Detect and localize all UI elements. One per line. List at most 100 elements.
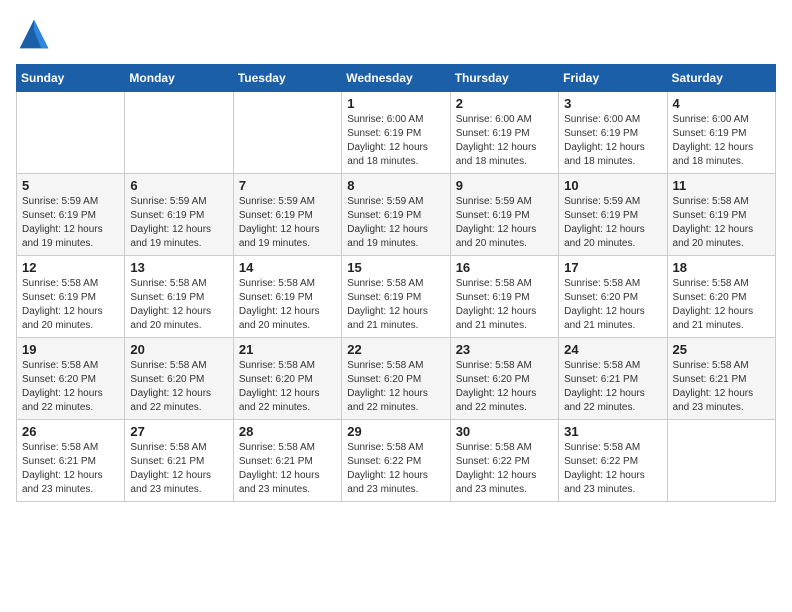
calendar-day-cell: 29 Sunrise: 5:58 AM Sunset: 6:22 PM Dayli… bbox=[342, 420, 450, 502]
calendar-day-cell: 27 Sunrise: 5:58 AM Sunset: 6:21 PM Dayli… bbox=[125, 420, 233, 502]
calendar-day-cell: 24 Sunrise: 5:58 AM Sunset: 6:21 PM Dayli… bbox=[559, 338, 667, 420]
day-info: Sunrise: 5:58 AM Sunset: 6:19 PM Dayligh… bbox=[673, 195, 770, 251]
day-number: 7 bbox=[239, 178, 336, 193]
calendar-day-cell: 6Sunrise: 5:59 AM Sunset: 6:19 PM Daylig… bbox=[125, 174, 233, 256]
day-number: 3 bbox=[564, 96, 661, 111]
day-number: 21 bbox=[239, 342, 336, 357]
day-number: 12 bbox=[22, 260, 119, 275]
calendar-day-cell: 19Sunrise: 5:58 AM Sunset: 6:20 PM Dayli… bbox=[17, 338, 125, 420]
weekday-header: Saturday bbox=[667, 65, 775, 92]
calendar-day-cell: 16 Sunrise: 5:58 AM Sunset: 6:19 PM Dayli… bbox=[450, 256, 558, 338]
calendar-day-cell: 11 Sunrise: 5:58 AM Sunset: 6:19 PM Dayli… bbox=[667, 174, 775, 256]
day-info: Sunrise: 5:58 AM Sunset: 6:21 PM Dayligh… bbox=[130, 441, 227, 497]
day-info: Sunrise: 5:58 AM Sunset: 6:22 PM Dayligh… bbox=[456, 441, 553, 497]
day-info: Sunrise: 5:58 AM Sunset: 6:19 PM Dayligh… bbox=[239, 277, 336, 333]
day-info: Sunrise: 6:00 AM Sunset: 6:19 PM Dayligh… bbox=[564, 113, 661, 169]
calendar-day-cell bbox=[667, 420, 775, 502]
day-info: Sunrise: 5:58 AM Sunset: 6:20 PM Dayligh… bbox=[130, 359, 227, 415]
calendar-day-cell: 22 Sunrise: 5:58 AM Sunset: 6:20 PM Dayli… bbox=[342, 338, 450, 420]
calendar-day-cell: 18Sunrise: 5:58 AM Sunset: 6:20 PM Dayli… bbox=[667, 256, 775, 338]
day-number: 16 bbox=[456, 260, 553, 275]
day-number: 15 bbox=[347, 260, 444, 275]
day-number: 29 bbox=[347, 424, 444, 439]
calendar-day-cell bbox=[233, 92, 341, 174]
day-number: 1 bbox=[347, 96, 444, 111]
page-header bbox=[16, 16, 776, 52]
day-number: 28 bbox=[239, 424, 336, 439]
calendar-day-cell: 26Sunrise: 5:58 AM Sunset: 6:21 PM Dayli… bbox=[17, 420, 125, 502]
calendar-day-cell: 25 Sunrise: 5:58 AM Sunset: 6:21 PM Dayli… bbox=[667, 338, 775, 420]
calendar-day-cell bbox=[125, 92, 233, 174]
calendar-day-cell: 30 Sunrise: 5:58 AM Sunset: 6:22 PM Dayli… bbox=[450, 420, 558, 502]
calendar-week-row: 26Sunrise: 5:58 AM Sunset: 6:21 PM Dayli… bbox=[17, 420, 776, 502]
weekday-header-row: SundayMondayTuesdayWednesdayThursdayFrid… bbox=[17, 65, 776, 92]
day-info: Sunrise: 5:58 AM Sunset: 6:22 PM Dayligh… bbox=[347, 441, 444, 497]
day-number: 9 bbox=[456, 178, 553, 193]
calendar-day-cell: 15 Sunrise: 5:58 AM Sunset: 6:19 PM Dayli… bbox=[342, 256, 450, 338]
day-number: 27 bbox=[130, 424, 227, 439]
weekday-header: Tuesday bbox=[233, 65, 341, 92]
day-info: Sunrise: 6:00 AM Sunset: 6:19 PM Dayligh… bbox=[347, 113, 444, 169]
day-number: 20 bbox=[130, 342, 227, 357]
day-number: 24 bbox=[564, 342, 661, 357]
calendar-day-cell: 1 Sunrise: 6:00 AM Sunset: 6:19 PM Daylig… bbox=[342, 92, 450, 174]
day-number: 18 bbox=[673, 260, 770, 275]
day-number: 2 bbox=[456, 96, 553, 111]
calendar-day-cell: 17 Sunrise: 5:58 AM Sunset: 6:20 PM Dayli… bbox=[559, 256, 667, 338]
day-number: 14 bbox=[239, 260, 336, 275]
day-number: 13 bbox=[130, 260, 227, 275]
day-number: 17 bbox=[564, 260, 661, 275]
calendar-day-cell: 20 Sunrise: 5:58 AM Sunset: 6:20 PM Dayli… bbox=[125, 338, 233, 420]
day-info: Sunrise: 5:59 AM Sunset: 6:19 PM Dayligh… bbox=[130, 195, 227, 251]
calendar-day-cell: 21 Sunrise: 5:58 AM Sunset: 6:20 PM Dayli… bbox=[233, 338, 341, 420]
day-info: Sunrise: 5:58 AM Sunset: 6:20 PM Dayligh… bbox=[456, 359, 553, 415]
day-info: Sunrise: 5:59 AM Sunset: 6:19 PM Dayligh… bbox=[239, 195, 336, 251]
logo-icon bbox=[16, 16, 52, 52]
calendar-day-cell: 9 Sunrise: 5:59 AM Sunset: 6:19 PM Daylig… bbox=[450, 174, 558, 256]
day-info: Sunrise: 5:58 AM Sunset: 6:21 PM Dayligh… bbox=[673, 359, 770, 415]
calendar-day-cell: 13Sunrise: 5:58 AM Sunset: 6:19 PM Dayli… bbox=[125, 256, 233, 338]
day-info: Sunrise: 5:58 AM Sunset: 6:21 PM Dayligh… bbox=[564, 359, 661, 415]
day-number: 5 bbox=[22, 178, 119, 193]
calendar-day-cell: 5 Sunrise: 5:59 AM Sunset: 6:19 PM Daylig… bbox=[17, 174, 125, 256]
day-info: Sunrise: 5:58 AM Sunset: 6:20 PM Dayligh… bbox=[22, 359, 119, 415]
calendar-day-cell: 23 Sunrise: 5:58 AM Sunset: 6:20 PM Dayli… bbox=[450, 338, 558, 420]
calendar-day-cell: 7 Sunrise: 5:59 AM Sunset: 6:19 PM Daylig… bbox=[233, 174, 341, 256]
logo bbox=[16, 16, 56, 52]
day-info: Sunrise: 5:58 AM Sunset: 6:20 PM Dayligh… bbox=[239, 359, 336, 415]
calendar-day-cell: 8 Sunrise: 5:59 AM Sunset: 6:19 PM Daylig… bbox=[342, 174, 450, 256]
day-number: 31 bbox=[564, 424, 661, 439]
day-info: Sunrise: 5:58 AM Sunset: 6:19 PM Dayligh… bbox=[456, 277, 553, 333]
weekday-header: Friday bbox=[559, 65, 667, 92]
day-number: 25 bbox=[673, 342, 770, 357]
day-info: Sunrise: 5:58 AM Sunset: 6:19 PM Dayligh… bbox=[347, 277, 444, 333]
weekday-header: Thursday bbox=[450, 65, 558, 92]
calendar-table: SundayMondayTuesdayWednesdayThursdayFrid… bbox=[16, 64, 776, 502]
day-info: Sunrise: 6:00 AM Sunset: 6:19 PM Dayligh… bbox=[456, 113, 553, 169]
weekday-header: Sunday bbox=[17, 65, 125, 92]
calendar-day-cell: 31Sunrise: 5:58 AM Sunset: 6:22 PM Dayli… bbox=[559, 420, 667, 502]
day-info: Sunrise: 5:58 AM Sunset: 6:20 PM Dayligh… bbox=[564, 277, 661, 333]
day-info: Sunrise: 5:59 AM Sunset: 6:19 PM Dayligh… bbox=[22, 195, 119, 251]
calendar-day-cell: 3 Sunrise: 6:00 AM Sunset: 6:19 PM Daylig… bbox=[559, 92, 667, 174]
calendar-day-cell: 14 Sunrise: 5:58 AM Sunset: 6:19 PM Dayli… bbox=[233, 256, 341, 338]
day-info: Sunrise: 5:59 AM Sunset: 6:19 PM Dayligh… bbox=[347, 195, 444, 251]
weekday-header: Wednesday bbox=[342, 65, 450, 92]
day-number: 4 bbox=[673, 96, 770, 111]
day-info: Sunrise: 5:59 AM Sunset: 6:19 PM Dayligh… bbox=[564, 195, 661, 251]
day-info: Sunrise: 5:58 AM Sunset: 6:19 PM Dayligh… bbox=[22, 277, 119, 333]
day-number: 8 bbox=[347, 178, 444, 193]
calendar-week-row: 5 Sunrise: 5:59 AM Sunset: 6:19 PM Daylig… bbox=[17, 174, 776, 256]
weekday-header: Monday bbox=[125, 65, 233, 92]
calendar-day-cell bbox=[17, 92, 125, 174]
calendar-day-cell: 10 Sunrise: 5:59 AM Sunset: 6:19 PM Dayli… bbox=[559, 174, 667, 256]
day-number: 23 bbox=[456, 342, 553, 357]
day-number: 10 bbox=[564, 178, 661, 193]
day-number: 11 bbox=[673, 178, 770, 193]
day-number: 22 bbox=[347, 342, 444, 357]
day-info: Sunrise: 5:59 AM Sunset: 6:19 PM Dayligh… bbox=[456, 195, 553, 251]
day-number: 30 bbox=[456, 424, 553, 439]
day-info: Sunrise: 5:58 AM Sunset: 6:21 PM Dayligh… bbox=[239, 441, 336, 497]
day-info: Sunrise: 5:58 AM Sunset: 6:20 PM Dayligh… bbox=[347, 359, 444, 415]
calendar-day-cell: 4Sunrise: 6:00 AM Sunset: 6:19 PM Daylig… bbox=[667, 92, 775, 174]
